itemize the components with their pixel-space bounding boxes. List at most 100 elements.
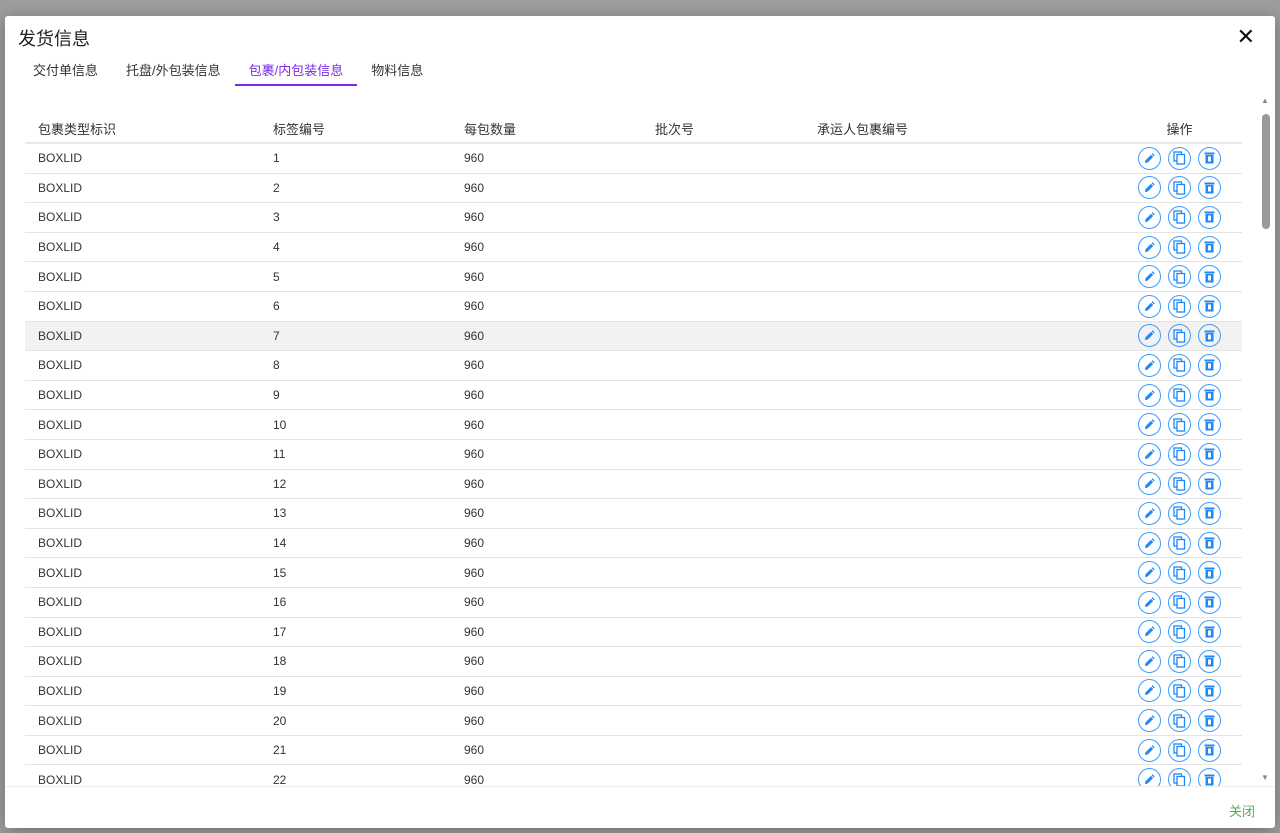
close-icon[interactable]: ✕ <box>1237 26 1255 48</box>
edit-button[interactable] <box>1138 353 1161 377</box>
delete-icon <box>1204 626 1215 638</box>
edit-button[interactable] <box>1138 294 1161 318</box>
copy-button[interactable] <box>1168 620 1191 644</box>
edit-button[interactable] <box>1138 413 1161 437</box>
delete-button[interactable] <box>1198 413 1221 437</box>
scrollbar-thumb[interactable] <box>1262 114 1270 229</box>
copy-button[interactable] <box>1168 531 1191 555</box>
edit-button[interactable] <box>1138 442 1161 466</box>
delete-button[interactable] <box>1198 324 1221 348</box>
close-button[interactable]: 关闭 <box>1229 801 1255 820</box>
edit-button[interactable] <box>1138 324 1161 348</box>
tab-3[interactable]: 物料信息 <box>357 60 437 86</box>
edit-icon <box>1144 241 1155 253</box>
edit-button[interactable] <box>1138 590 1161 614</box>
cell: 19 <box>273 683 287 698</box>
edit-button[interactable] <box>1138 176 1161 200</box>
copy-button[interactable] <box>1168 353 1191 377</box>
delete-button[interactable] <box>1198 265 1221 289</box>
delete-button[interactable] <box>1198 146 1221 170</box>
delete-button[interactable] <box>1198 442 1221 466</box>
delete-button[interactable] <box>1198 531 1221 555</box>
delete-button[interactable] <box>1198 590 1221 614</box>
edit-button[interactable] <box>1138 620 1161 644</box>
delete-button[interactable] <box>1198 561 1221 585</box>
edit-icon <box>1144 537 1155 549</box>
copy-button[interactable] <box>1168 324 1191 348</box>
scroll-up-icon[interactable]: ▲ <box>1261 96 1269 105</box>
edit-button[interactable] <box>1138 383 1161 407</box>
edit-button[interactable] <box>1138 768 1161 786</box>
delete-button[interactable] <box>1198 472 1221 496</box>
table-row: BOXLID 16 960 <box>25 588 1242 618</box>
delete-button[interactable] <box>1198 501 1221 525</box>
cell: BOXLID <box>38 269 83 284</box>
edit-button[interactable] <box>1138 146 1161 170</box>
copy-button[interactable] <box>1168 649 1191 673</box>
copy-button[interactable] <box>1168 383 1191 407</box>
cell: BOXLID <box>38 654 83 669</box>
delete-button[interactable] <box>1198 383 1221 407</box>
copy-button[interactable] <box>1168 235 1191 259</box>
edit-button[interactable] <box>1138 649 1161 673</box>
row-actions <box>1117 738 1242 762</box>
table-row: BOXLID 12 960 <box>25 470 1242 500</box>
delete-button[interactable] <box>1198 176 1221 200</box>
edit-button[interactable] <box>1138 205 1161 229</box>
delete-button[interactable] <box>1198 205 1221 229</box>
copy-button[interactable] <box>1168 176 1191 200</box>
edit-button[interactable] <box>1138 472 1161 496</box>
copy-button[interactable] <box>1168 413 1191 437</box>
copy-button[interactable] <box>1168 709 1191 733</box>
shipping-info-dialog: 发货信息 ✕ 交付单信息 托盘/外包装信息 包裹/内包装信息 物料信息 包裹类型标识 … <box>5 16 1275 828</box>
edit-button[interactable] <box>1138 561 1161 585</box>
scrollbar[interactable]: ▲ ▼ <box>1261 96 1271 782</box>
copy-button[interactable] <box>1168 679 1191 703</box>
edit-button[interactable] <box>1138 679 1161 703</box>
tab-1[interactable]: 托盘/外包装信息 <box>112 60 235 86</box>
delete-button[interactable] <box>1198 353 1221 377</box>
copy-button[interactable] <box>1168 472 1191 496</box>
edit-button[interactable] <box>1138 709 1161 733</box>
edit-button[interactable] <box>1138 738 1161 762</box>
copy-button[interactable] <box>1168 294 1191 318</box>
edit-button[interactable] <box>1138 501 1161 525</box>
edit-button[interactable] <box>1138 265 1161 289</box>
cell: 960 <box>464 269 485 284</box>
edit-icon <box>1144 656 1155 667</box>
copy-icon <box>1173 151 1186 165</box>
scroll-down-icon[interactable]: ▼ <box>1261 773 1269 782</box>
copy-icon <box>1173 210 1186 225</box>
copy-button[interactable] <box>1168 738 1191 762</box>
delete-button[interactable] <box>1198 709 1221 733</box>
delete-button[interactable] <box>1198 738 1221 762</box>
edit-button[interactable] <box>1138 531 1161 555</box>
delete-button[interactable] <box>1198 768 1221 786</box>
copy-button[interactable] <box>1168 501 1191 525</box>
copy-button[interactable] <box>1168 561 1191 585</box>
delete-button[interactable] <box>1198 649 1221 673</box>
col-header: 每包数量 <box>464 121 517 137</box>
tab-0[interactable]: 交付单信息 <box>19 60 112 86</box>
col-header: 包裹类型标识 <box>38 121 117 137</box>
copy-button[interactable] <box>1168 146 1191 170</box>
delete-button[interactable] <box>1198 679 1221 703</box>
tab-2[interactable]: 包裹/内包装信息 <box>234 60 358 86</box>
delete-button[interactable] <box>1198 620 1221 644</box>
cell: BOXLID <box>38 713 83 728</box>
dialog-footer: 关闭 <box>5 786 1275 828</box>
cell: 6 <box>273 299 280 314</box>
table-row: BOXLID 22 960 <box>25 765 1242 786</box>
copy-button[interactable] <box>1168 442 1191 466</box>
copy-button[interactable] <box>1168 205 1191 229</box>
copy-button[interactable] <box>1168 265 1191 289</box>
copy-button[interactable] <box>1168 590 1191 614</box>
edit-button[interactable] <box>1138 235 1161 259</box>
delete-button[interactable] <box>1198 235 1221 259</box>
cell: 8 <box>273 358 280 373</box>
table-row: BOXLID 19 960 <box>25 677 1242 707</box>
edit-icon <box>1144 271 1155 282</box>
copy-button[interactable] <box>1168 768 1191 786</box>
cell: BOXLID <box>38 210 83 225</box>
delete-button[interactable] <box>1198 294 1221 318</box>
